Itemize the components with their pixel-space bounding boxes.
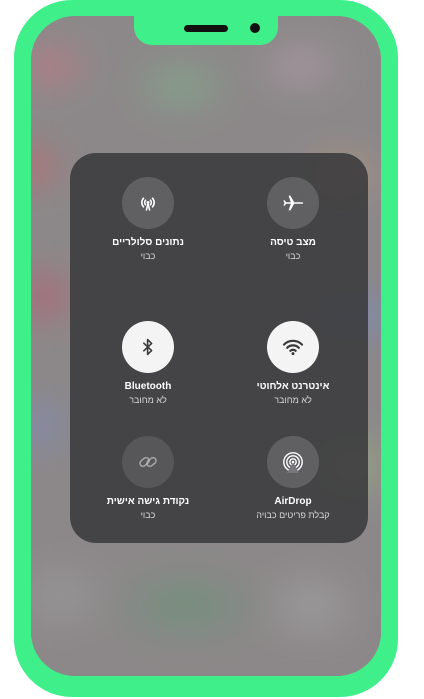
bluetooth-toggle[interactable]	[122, 321, 174, 373]
tile-cellular-data: נתונים סלולריים כבוי	[73, 177, 223, 277]
tile-airplane-mode: מצב טיסה כבוי	[218, 177, 368, 277]
tile-airdrop: AirDrop קבלת פריטים כבויה	[218, 436, 368, 536]
airdrop-toggle[interactable]	[267, 436, 319, 488]
cellular-data-label: נתונים סלולריים	[112, 237, 184, 248]
phone-frame: מצב טיסה כבוי נתונים סלולריים כבוי אינטר…	[14, 0, 398, 697]
airplane-mode-status: כבוי	[285, 251, 301, 261]
cellular-antenna-icon	[136, 191, 160, 215]
bluetooth-icon	[136, 335, 160, 359]
bluetooth-label: Bluetooth	[124, 381, 172, 392]
tile-bluetooth: Bluetooth לא מחובר	[73, 321, 223, 421]
cellular-data-toggle[interactable]	[122, 177, 174, 229]
bluetooth-status: לא מחובר	[129, 395, 167, 405]
airdrop-status: קבלת פריטים כבויה	[256, 510, 330, 520]
airplane-mode-toggle[interactable]	[267, 177, 319, 229]
airplane-icon	[281, 191, 305, 215]
hotspot-link-icon	[136, 450, 160, 474]
tile-wifi: אינטרנט אלחוטי לא מחובר	[218, 321, 368, 421]
personal-hotspot-status: כבוי	[140, 510, 156, 520]
tile-personal-hotspot: נקודת גישה אישית כבוי	[73, 436, 223, 536]
speaker-grille	[184, 25, 228, 32]
wifi-status: לא מחובר	[274, 395, 312, 405]
cellular-data-status: כבוי	[140, 251, 156, 261]
personal-hotspot-label: נקודת גישה אישית	[106, 496, 190, 507]
front-camera	[250, 23, 260, 33]
airdrop-label: AirDrop	[274, 496, 312, 507]
connectivity-panel: מצב טיסה כבוי נתונים סלולריים כבוי אינטר…	[70, 153, 368, 543]
wifi-label: אינטרנט אלחוטי	[256, 381, 330, 392]
notch	[134, 16, 278, 45]
airplane-mode-label: מצב טיסה	[270, 237, 316, 248]
airdrop-icon	[280, 449, 306, 475]
wifi-toggle[interactable]	[267, 321, 319, 373]
wifi-icon	[281, 335, 305, 359]
phone-screen: מצב טיסה כבוי נתונים סלולריים כבוי אינטר…	[31, 16, 381, 676]
personal-hotspot-toggle[interactable]	[122, 436, 174, 488]
